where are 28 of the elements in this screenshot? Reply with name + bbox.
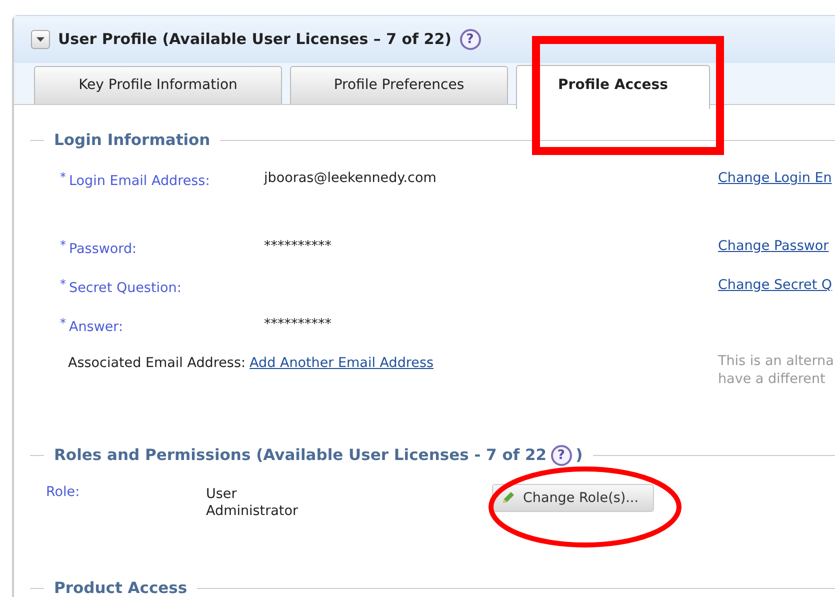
change-link[interactable]: Change Login En xyxy=(718,168,835,192)
tab[interactable]: Profile Preferences xyxy=(290,66,508,104)
pencil-icon xyxy=(501,490,515,505)
collapse-icon[interactable] xyxy=(31,30,50,49)
field-value: jbooras@leekennedy.com xyxy=(264,169,438,188)
tab[interactable]: Key Profile Information xyxy=(34,66,282,104)
field-label: Associated Email Address: xyxy=(68,355,246,372)
change-link[interactable]: Change Secret Q xyxy=(718,274,835,298)
panel-title: User Profile (Available User Licenses – 7 of 22) xyxy=(58,29,452,50)
field-label: $^{*}$ Password: xyxy=(60,236,138,258)
add-email-link[interactable]: Add Another Email Address xyxy=(250,355,434,372)
change-link[interactable]: Change Passwor xyxy=(718,236,835,259)
field-label: Role: xyxy=(46,482,81,502)
field-label: $^{*}$ Login Email Address: xyxy=(60,169,211,192)
field-label: $^{*}$ Secret Question: xyxy=(60,276,182,298)
field-value: User Administrator xyxy=(206,486,300,521)
help-icon[interactable]: ? xyxy=(460,29,481,50)
note-text: This is an alterna have a different xyxy=(718,353,835,388)
section-title: Roles and Permissions (Available User Licenses - 7 of 22 xyxy=(54,445,547,466)
section-title: Login Information xyxy=(54,130,210,151)
section-title: Product Access xyxy=(54,578,188,597)
tab[interactable]: Profile Access xyxy=(516,65,710,109)
change-roles-button[interactable]: Change Role(s)... xyxy=(492,484,654,512)
help-icon[interactable]: ? xyxy=(550,445,572,466)
field-value: ********** xyxy=(264,236,332,256)
field-label: $^{*}$ Answer: xyxy=(60,315,124,337)
field-value: ********** xyxy=(264,315,332,334)
section-title-end: ) xyxy=(576,445,583,466)
